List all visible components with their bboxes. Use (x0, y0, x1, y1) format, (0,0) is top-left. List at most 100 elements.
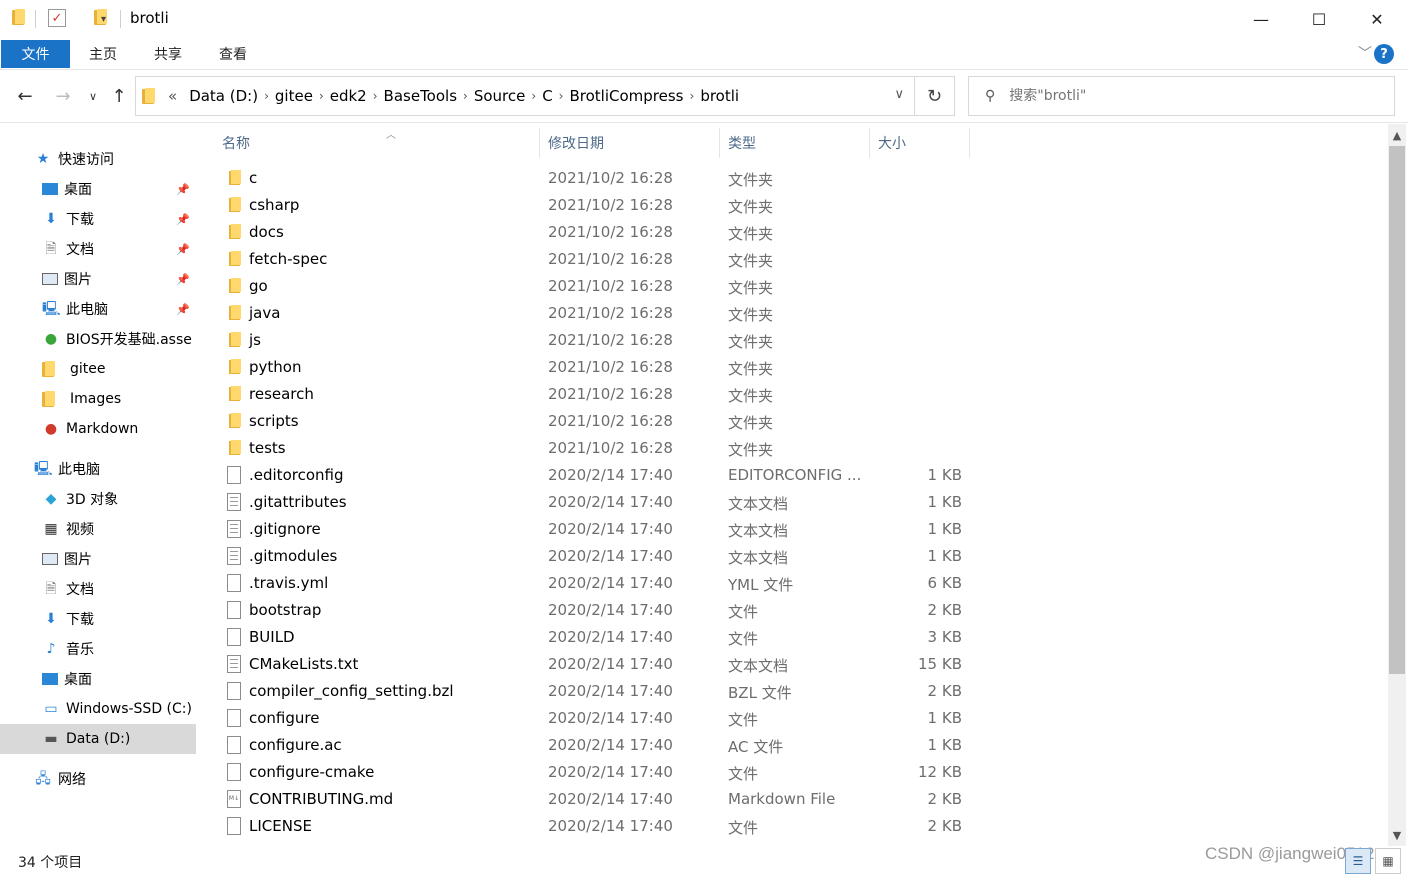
chevron-right-icon[interactable]: › (531, 89, 536, 103)
sidebar-item-bios[interactable]: ● BIOS开发基础.asse (0, 324, 196, 354)
file-row[interactable]: python 2021/10/2 16:28 文件夹 (220, 354, 980, 381)
sidebar-item-desktop-pc[interactable]: 桌面 (0, 664, 196, 694)
column-header-date[interactable]: 修改日期 (540, 128, 720, 158)
file-row[interactable]: js 2021/10/2 16:28 文件夹 (220, 327, 980, 354)
sidebar-item-videos[interactable]: ▦ 视频 (0, 514, 196, 544)
breadcrumb-overflow[interactable]: « (168, 87, 177, 105)
file-row[interactable]: bootstrap 2020/2/14 17:40 文件 2 KB (220, 597, 980, 624)
breadcrumb-item[interactable]: BaseTools (384, 87, 457, 105)
breadcrumb-item[interactable]: BrotliCompress (569, 87, 683, 105)
chevron-right-icon[interactable]: › (373, 89, 378, 103)
vertical-scrollbar[interactable]: ▲ ▼ (1388, 124, 1406, 846)
column-header-type[interactable]: 类型 (720, 128, 870, 158)
folder-icon[interactable] (12, 9, 26, 25)
file-row[interactable]: research 2021/10/2 16:28 文件夹 (220, 381, 980, 408)
chevron-right-icon[interactable]: › (463, 89, 468, 103)
minimize-button[interactable]: — (1232, 0, 1290, 38)
tab-home[interactable]: 主页 (78, 40, 128, 68)
chevron-down-icon[interactable]: ∨ (894, 87, 904, 102)
back-arrow-icon[interactable]: ← (12, 83, 38, 109)
file-row[interactable]: go 2021/10/2 16:28 文件夹 (220, 273, 980, 300)
sidebar-item-desktop[interactable]: 桌面 📌 (0, 174, 196, 204)
file-row[interactable]: LICENSE 2020/2/14 17:40 文件 2 KB (220, 813, 980, 840)
breadcrumb-item[interactable]: Source (474, 87, 526, 105)
chevron-right-icon[interactable]: › (319, 89, 324, 103)
file-row[interactable]: fetch-spec 2021/10/2 16:28 文件夹 (220, 246, 980, 273)
file-row[interactable]: docs 2021/10/2 16:28 文件夹 (220, 219, 980, 246)
sidebar-item-gitee[interactable]: gitee (0, 354, 196, 384)
breadcrumb-item[interactable]: edk2 (330, 87, 367, 105)
file-row[interactable]: BUILD 2020/2/14 17:40 文件 3 KB (220, 624, 980, 651)
breadcrumb-item[interactable]: C (542, 87, 552, 105)
file-row[interactable]: compiler_config_setting.bzl 2020/2/14 17:… (220, 678, 980, 705)
chevron-right-icon[interactable]: › (690, 89, 695, 103)
sidebar-item-pictures-pc[interactable]: 图片 (0, 544, 196, 574)
file-row[interactable]: configure-cmake 2020/2/14 17:40 文件 12 KB (220, 759, 980, 786)
up-arrow-icon[interactable]: ↑ (106, 83, 132, 109)
details-view-icon[interactable]: ☰ (1345, 848, 1371, 874)
sidebar-item-this-pc-pinned[interactable]: 🖳 此电脑 📌 (0, 294, 196, 324)
properties-icon[interactable]: ✓ (48, 9, 66, 27)
customize-toolbar-chevron-icon[interactable]: ▾ (101, 9, 106, 29)
close-button[interactable]: ✕ (1348, 0, 1406, 38)
file-row[interactable]: CMakeLists.txt 2020/2/14 17:40 文本文档 15 KB (220, 651, 980, 678)
sidebar-item-images[interactable]: Images (0, 384, 196, 414)
scrollbar-thumb[interactable] (1389, 146, 1405, 674)
chevron-right-icon[interactable]: › (264, 89, 269, 103)
search-box[interactable]: ⚲ (968, 76, 1395, 116)
sidebar-item-markdown[interactable]: ● Markdown (0, 414, 196, 444)
sidebar-item-quick-access[interactable]: ★ 快速访问 (0, 144, 196, 174)
help-icon[interactable]: ? (1374, 44, 1394, 64)
maximize-button[interactable]: ☐ (1290, 0, 1348, 38)
forward-arrow-icon[interactable]: → (50, 83, 76, 109)
pin-icon[interactable]: 📌 (176, 183, 190, 196)
pin-icon[interactable]: 📌 (176, 243, 190, 256)
file-row[interactable]: c 2021/10/2 16:28 文件夹 (220, 165, 980, 192)
breadcrumb-item[interactable]: gitee (275, 87, 313, 105)
address-bar[interactable]: « Data (D:) › gitee › edk2 › BaseTools ›… (135, 76, 915, 116)
tab-file[interactable]: 文件 (1, 40, 70, 68)
sidebar-item-downloads[interactable]: ⬇ 下载 📌 (0, 204, 196, 234)
scroll-up-arrow-icon[interactable]: ▲ (1388, 126, 1406, 144)
scroll-down-arrow-icon[interactable]: ▼ (1388, 826, 1406, 844)
file-row[interactable]: scripts 2021/10/2 16:28 文件夹 (220, 408, 980, 435)
large-icons-view-icon[interactable]: ▦ (1375, 848, 1401, 874)
sidebar-item-3d-objects[interactable]: ◆ 3D 对象 (0, 484, 196, 514)
breadcrumb-item[interactable]: brotli (700, 87, 739, 105)
file-row[interactable]: .gitignore 2020/2/14 17:40 文本文档 1 KB (220, 516, 980, 543)
search-input[interactable] (1009, 88, 1370, 104)
file-row[interactable]: configure 2020/2/14 17:40 文件 1 KB (220, 705, 980, 732)
sidebar-item-documents-pc[interactable]: 🗎 文档 (0, 574, 196, 604)
column-header-name[interactable]: 名称 ︿ (214, 128, 540, 158)
sidebar-item-this-pc[interactable]: 🖳 此电脑 (0, 454, 196, 484)
sidebar-item-drive-d[interactable]: ▬ Data (D:) (0, 724, 196, 754)
file-row[interactable]: configure.ac 2020/2/14 17:40 AC 文件 1 KB (220, 732, 980, 759)
desktop-icon (42, 183, 58, 195)
file-row[interactable]: M↓ CONTRIBUTING.md 2020/2/14 17:40 Markdown… (220, 786, 980, 813)
sidebar-item-downloads-pc[interactable]: ⬇ 下载 (0, 604, 196, 634)
tab-share[interactable]: 共享 (143, 40, 193, 68)
sidebar-item-drive-c[interactable]: ▭ Windows-SSD (C:) (0, 694, 196, 724)
sidebar-item-documents[interactable]: 🗎 文档 📌 (0, 234, 196, 264)
file-row[interactable]: .gitattributes 2020/2/14 17:40 文本文档 1 KB (220, 489, 980, 516)
column-header-size[interactable]: 大小 (870, 128, 970, 158)
expand-ribbon-chevron-icon[interactable]: ﹀ (1358, 43, 1372, 63)
sidebar-item-music[interactable]: ♪ 音乐 (0, 634, 196, 664)
refresh-icon[interactable]: ↻ (915, 76, 955, 116)
file-row[interactable]: .editorconfig 2020/2/14 17:40 EDITORCONFIG… (220, 462, 980, 489)
markdown-app-icon: ● (44, 421, 58, 437)
sidebar-item-network[interactable]: 🖧 网络 (0, 764, 196, 794)
file-row[interactable]: .gitmodules 2020/2/14 17:40 文本文档 1 KB (220, 543, 980, 570)
chevron-right-icon[interactable]: › (559, 89, 564, 103)
tab-view[interactable]: 查看 (208, 40, 258, 68)
file-row[interactable]: java 2021/10/2 16:28 文件夹 (220, 300, 980, 327)
sidebar-item-pictures[interactable]: 图片 📌 (0, 264, 196, 294)
breadcrumb-item[interactable]: Data (D:) (189, 87, 258, 105)
file-row[interactable]: .travis.yml 2020/2/14 17:40 YML 文件 6 KB (220, 570, 980, 597)
pin-icon[interactable]: 📌 (176, 303, 190, 316)
recent-locations-chevron-icon[interactable]: ∨ (84, 83, 102, 109)
file-row[interactable]: csharp 2021/10/2 16:28 文件夹 (220, 192, 980, 219)
pin-icon[interactable]: 📌 (176, 213, 190, 226)
file-row[interactable]: tests 2021/10/2 16:28 文件夹 (220, 435, 980, 462)
pin-icon[interactable]: 📌 (176, 273, 190, 286)
